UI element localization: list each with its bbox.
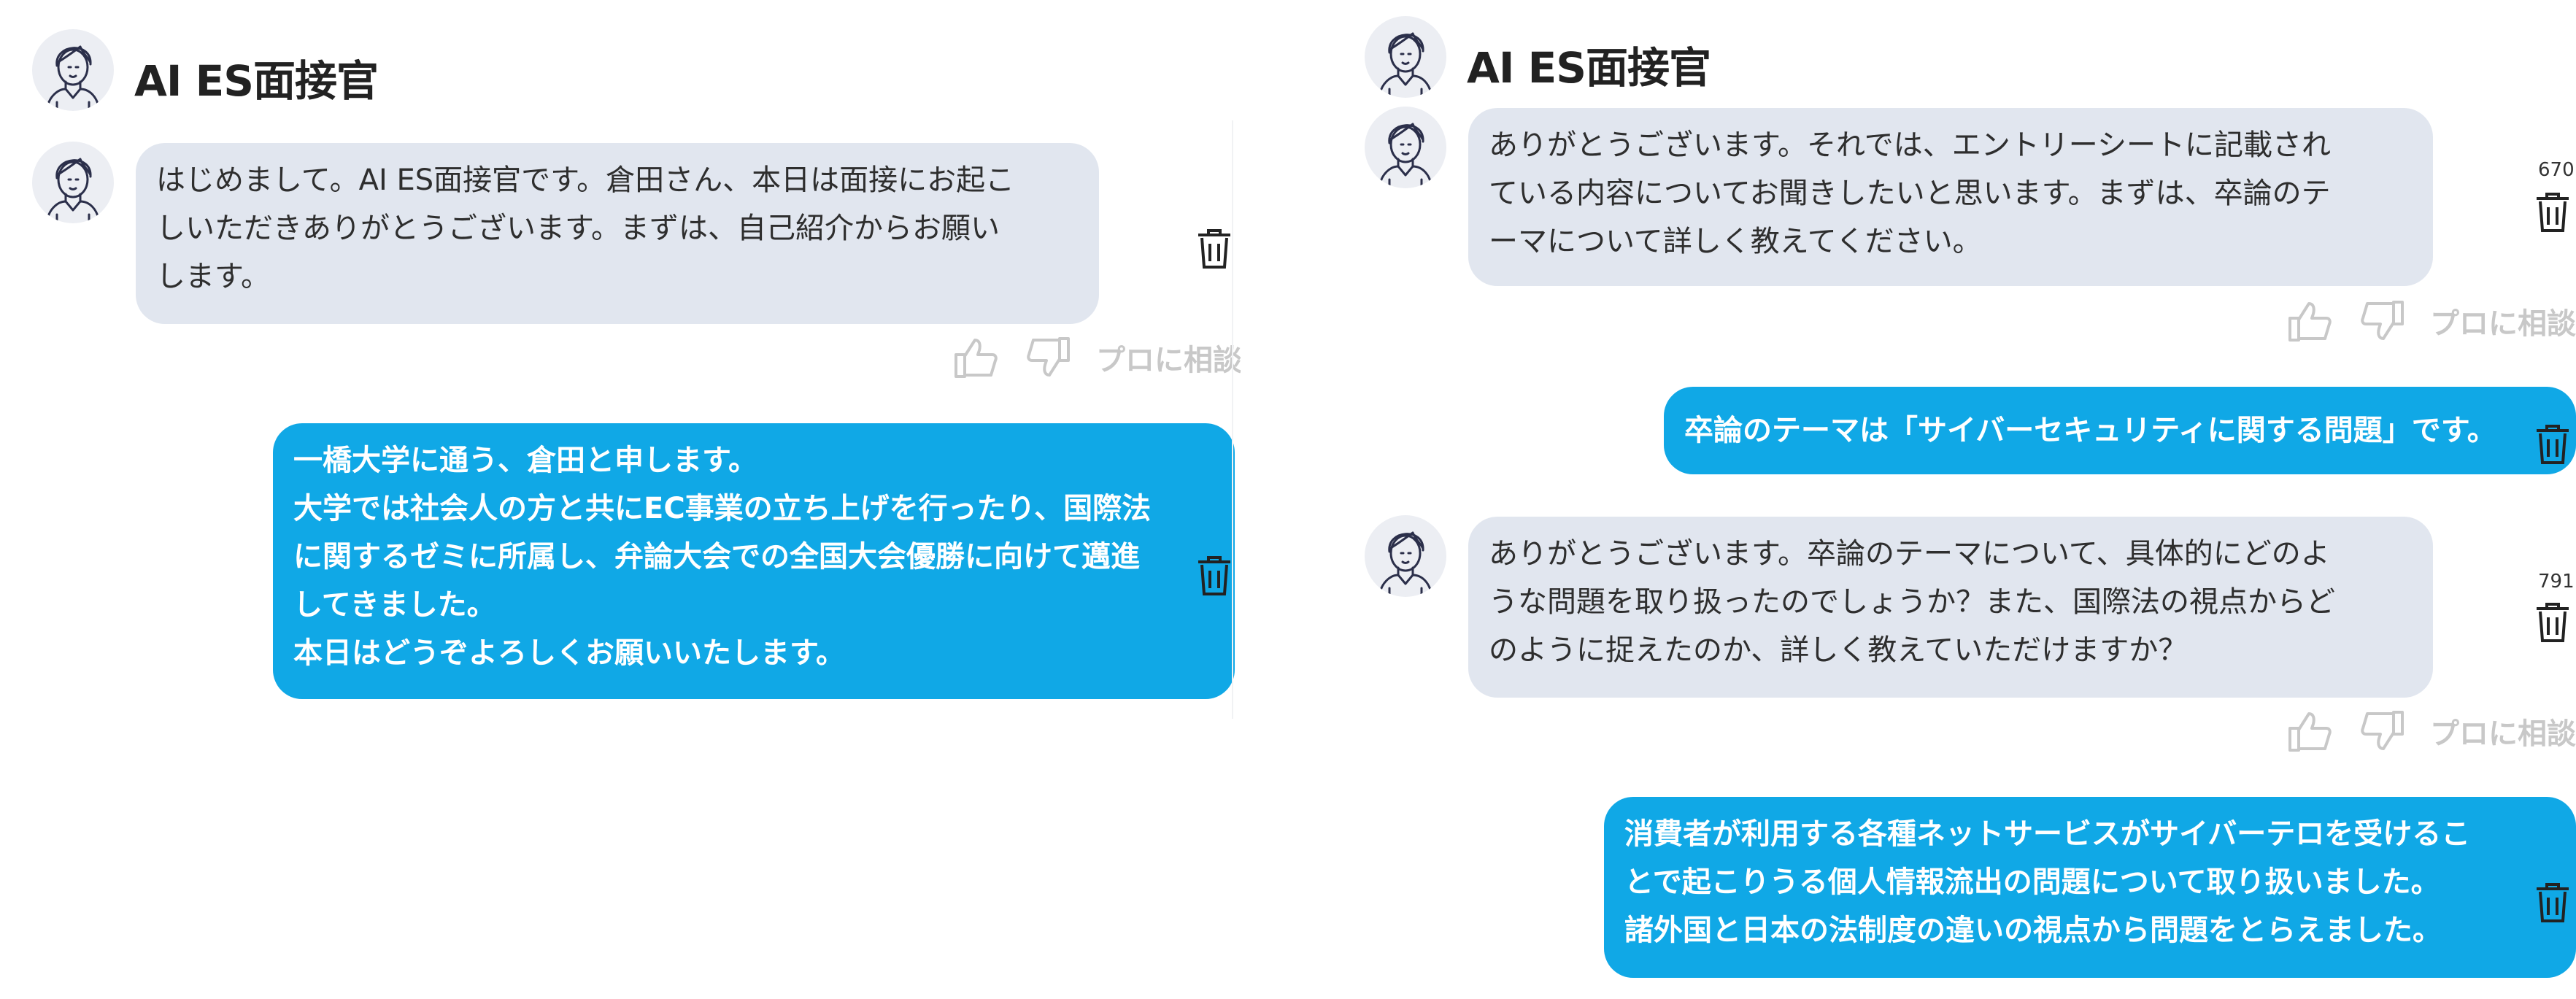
message-feedback-bar: プロに相談: [953, 334, 1241, 381]
trash-icon[interactable]: [1195, 228, 1233, 270]
user-message-bubble: 消費者が利用する各種ネットサービスがサイバーテロを受けるこ とで起こりうる個人情…: [1604, 797, 2576, 978]
ai-message-bubble: ありがとうございます。卒論のテーマについて、具体的にどのよ うな問題を取り扱った…: [1468, 517, 2433, 698]
token-count: 670: [2538, 159, 2575, 181]
user-message-bubble: 一橋大学に通う、倉田と申します。 大学では社会人の方と共にEC事業の立ち上げを行…: [273, 423, 1235, 699]
interviewer-avatar-icon: [1365, 107, 1446, 188]
thumbs-down-icon[interactable]: [2359, 708, 2405, 755]
thumbs-up-icon[interactable]: [2287, 708, 2334, 755]
page-title: AI ES面接官: [134, 56, 379, 106]
trash-icon[interactable]: [2534, 191, 2572, 234]
consult-pro-link[interactable]: プロに相談: [2430, 300, 2576, 342]
message-feedback-bar: プロに相談: [2287, 298, 2576, 344]
ai-message-bubble: はじめまして。AI ES面接官です。倉田さん、本日は面接にお起こ しいただきあり…: [136, 143, 1099, 324]
thumbs-up-icon[interactable]: [953, 334, 1000, 381]
panel-divider: [1232, 120, 1233, 719]
consult-pro-link[interactable]: プロに相談: [1096, 336, 1241, 379]
consult-pro-link[interactable]: プロに相談: [2430, 710, 2576, 752]
trash-icon[interactable]: [2534, 601, 2572, 644]
page-title: AI ES面接官: [1467, 43, 1711, 93]
thumbs-down-icon[interactable]: [1025, 334, 1071, 381]
interviewer-avatar-icon: [1365, 515, 1446, 597]
chat-panel-right: AI ES面接官 ありがとうございます。それでは、エントリーシートに記載され て…: [1357, 0, 2576, 999]
chat-panel-left: AI ES面接官 はじめまして。AI ES面接官です。倉田さん、本日は面接にお起…: [0, 0, 1241, 999]
message-feedback-bar: プロに相談: [2287, 708, 2576, 755]
trash-icon[interactable]: [1195, 555, 1233, 597]
user-message-bubble: 卒論のテーマは「サイバーセキュリティに関する問題」です。: [1664, 387, 2576, 474]
trash-icon[interactable]: [2534, 882, 2572, 924]
trash-icon[interactable]: [2534, 423, 2572, 466]
thumbs-down-icon[interactable]: [2359, 298, 2405, 344]
interviewer-avatar-icon: [32, 142, 114, 223]
interviewer-avatar-icon: [1365, 16, 1446, 98]
token-count: 791: [2538, 571, 2575, 593]
ai-message-bubble: ありがとうございます。それでは、エントリーシートに記載され ている内容についてお…: [1468, 108, 2433, 286]
thumbs-up-icon[interactable]: [2287, 298, 2334, 344]
interviewer-avatar-icon: [32, 29, 114, 111]
